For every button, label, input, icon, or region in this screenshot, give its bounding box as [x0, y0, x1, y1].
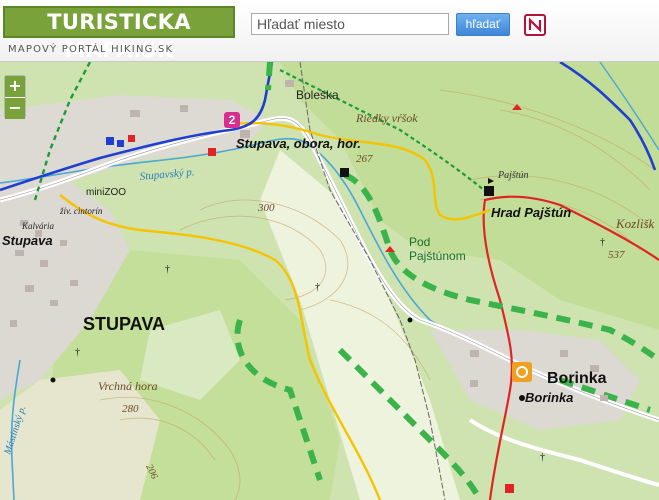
label-stupava-obora: Stupava, obora, hor.: [236, 136, 361, 151]
castle-icon-small: [340, 168, 349, 177]
label-vrchna-hora: Vrchná hora: [98, 379, 158, 393]
map-canvas[interactable]: 2 † † † † † Boleška Riedky vŕšok Stupava, ob…: [0, 62, 659, 500]
label-elev-267: 267: [356, 153, 373, 165]
svg-text:†: †: [165, 264, 170, 275]
header: TURISTICKA MAPA.SK MAPOVÝ PORTÁL HIKING.…: [0, 0, 659, 62]
svg-text:†: †: [315, 282, 320, 293]
label-elev-537: 537: [608, 249, 625, 261]
n-logo-icon[interactable]: [524, 14, 546, 36]
svg-text:†: †: [75, 347, 80, 358]
route-marker-2: 2: [224, 112, 240, 128]
site-logo[interactable]: TURISTICKA MAPA.SK: [3, 6, 235, 62]
label-stupava-big: STUPAVA: [83, 314, 165, 334]
label-riedky-vrsok: Riedky vŕšok: [355, 111, 418, 125]
label-kozlisk: Kozlišk: [615, 216, 655, 231]
label-stupava-small: Stupava: [2, 233, 53, 248]
logo-text: TURISTICKA MAPA.SK: [47, 10, 191, 62]
route-marker-2-label: 2: [229, 113, 236, 127]
label-ziv-cintorin: živ. cintorín: [59, 206, 103, 216]
label-elev-280: 280: [122, 403, 139, 415]
viewpoint-icon: [512, 362, 532, 382]
label-kalvaria: Kalvária: [21, 221, 55, 231]
search-input[interactable]: [251, 13, 449, 35]
label-borinka-big: Borinka: [547, 370, 607, 387]
zoom-in-button[interactable]: +: [5, 76, 25, 97]
label-pajstun: Pajštún: [497, 170, 529, 181]
zoom-control: + −: [4, 75, 26, 119]
label-minizoo: miniZOO: [86, 187, 126, 198]
svg-text:†: †: [600, 237, 605, 248]
label-pod: Pod: [409, 235, 430, 249]
search-button[interactable]: hľadať: [456, 13, 510, 36]
site-tagline: MAPOVÝ PORTÁL HIKING.SK: [8, 44, 174, 55]
label-boleska: Boleška: [296, 88, 339, 102]
label-borinka-small: Borinka: [525, 390, 573, 405]
label-hrad-pajstun: Hrad Pajštún: [491, 205, 571, 220]
svg-text:†: †: [540, 452, 545, 463]
zoom-out-button[interactable]: −: [5, 98, 25, 119]
label-pajstunom: Pajštúnom: [409, 249, 466, 263]
label-elev-300: 300: [257, 202, 275, 214]
